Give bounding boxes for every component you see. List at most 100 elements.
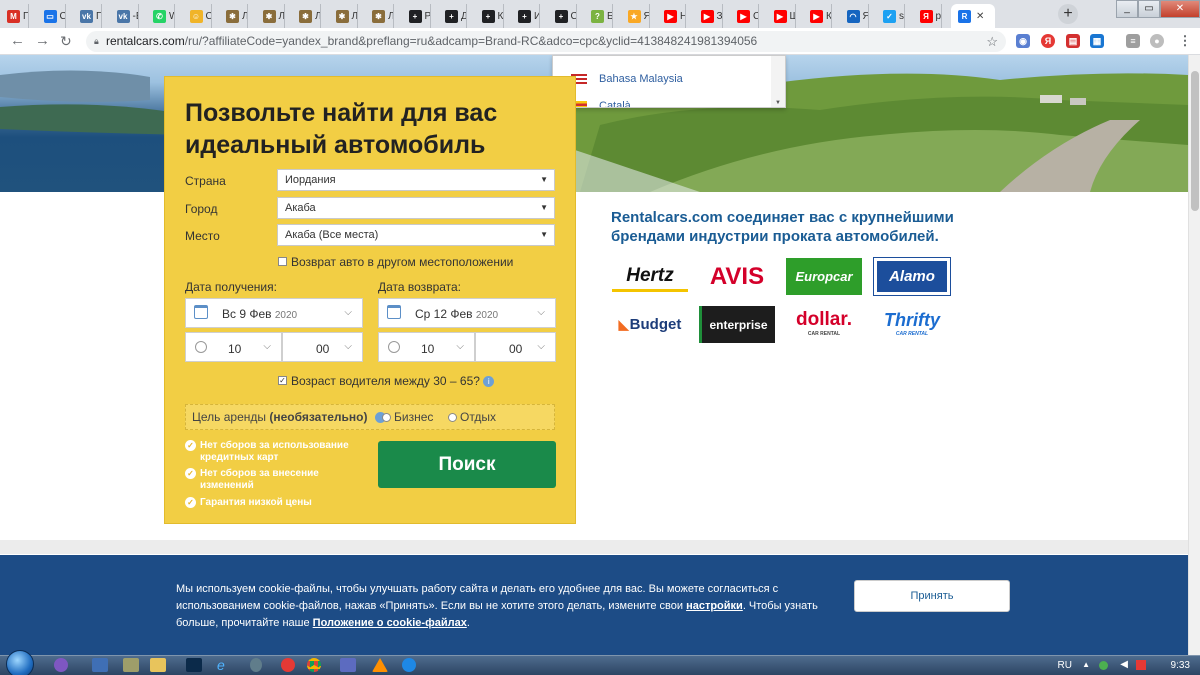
network-icon[interactable] [1099,661,1108,670]
language-option-malay[interactable]: Bahasa Malaysia [571,73,683,85]
purpose-business-radio[interactable]: Бизнес [382,405,433,429]
yandex-extension-icon[interactable]: Я [1041,34,1055,48]
browser-tab[interactable]: +Сі [548,4,577,28]
browser-tab[interactable]: Яре [913,4,942,28]
browser-tab[interactable]: ▶Н [657,4,686,28]
browser-tab[interactable]: +Ре [402,4,431,28]
folder-icon[interactable] [150,658,166,672]
chat-icon: ▭ [43,9,57,23]
app-icon[interactable] [250,658,262,672]
browser-tab[interactable]: ▶Сі [730,4,759,28]
app-icon[interactable] [402,658,416,672]
browser-tab[interactable]: ✆W [146,4,175,28]
radio-icon[interactable] [448,413,457,423]
menu-kebab-icon[interactable]: ⋮ [1178,34,1192,48]
forward-arrow-icon[interactable]: → [35,32,50,50]
browser-tab[interactable]: R ✕ [951,4,995,28]
browser-tab[interactable]: ✱ Л [292,4,321,28]
app-icon[interactable] [92,658,108,672]
tray-expand-icon[interactable]: ▲ [1082,660,1090,669]
checkmark-icon[interactable]: ✓ [278,376,287,386]
vlc-icon[interactable] [372,658,388,672]
youtube-icon: ▶ [737,9,750,23]
browser-tab-strip: MП ▭Сс vkП vk-Е ✆W ☺Сс ✱Л ✱Л ✱Л ✱Ли ✱Л +Ре +Д +К +И +Сі… [0,0,1200,28]
location-select[interactable]: Акаба (Все места) ▼ [277,224,555,246]
browser-tab[interactable]: ◠Я [840,4,869,28]
maximize-button[interactable]: ▭ [1138,0,1160,18]
scrollbar-thumb[interactable] [1191,71,1199,211]
cookie-policy-link[interactable]: Положение о cookie-файлах [313,617,467,629]
radio-icon[interactable] [382,413,391,423]
browser-tab[interactable]: ✱ Л [219,4,248,28]
browser-tab[interactable]: ✱Ли [329,4,358,28]
language-option-catalan[interactable]: Català [571,100,631,107]
cookie-settings-link[interactable]: настройки [686,600,743,612]
page-scrollbar[interactable] [1188,55,1200,655]
language-indicator[interactable]: RU [1058,660,1072,671]
browser-tab[interactable]: ▶Зі [694,4,723,28]
search-button[interactable]: Поиск [378,441,556,488]
bookmark-star-icon[interactable]: ☆ [986,31,998,52]
tab-title: Ли [351,10,358,22]
language-dropdown[interactable]: Bahasa Malaysia Català ▼ [552,55,786,108]
purpose-leisure-radio[interactable]: Отдых [448,405,496,429]
yandex-browser-icon[interactable] [281,658,295,672]
pickup-hour-select[interactable]: 10 ⌵ [185,332,282,362]
browser-tab[interactable]: vkП [73,4,102,28]
windows-extension-icon[interactable]: ▦ [1090,34,1104,48]
pdf-extension-icon[interactable]: ▤ [1066,34,1080,48]
camera-extension-icon[interactable]: ◉ [1016,34,1030,48]
search-form-panel: Позвольте найти для вас идеальный автомо… [164,76,576,524]
minimize-button[interactable]: _ [1116,0,1138,18]
accept-cookies-button[interactable]: Принять [854,580,1010,612]
volume-icon[interactable]: ◀︎ [1120,659,1128,670]
browser-tab[interactable]: +Д [438,4,467,28]
reload-icon[interactable]: ↻ [60,32,72,50]
return-other-location-checkbox[interactable]: Возврат авто в другом местоположении [278,255,513,269]
return-date-picker[interactable]: Ср 12 Фев 2020 ⌵ [378,298,556,328]
address-bar[interactable]: 🔒︎ rentalcars.com/ru/?affiliateCode=yand… [86,31,1006,52]
return-hour-select[interactable]: 10 ⌵ [378,332,475,362]
scroll-down-arrow-icon[interactable]: ▼ [771,100,785,106]
dropdown-scrollbar[interactable]: ▼ [771,56,785,107]
browser-tab[interactable]: ★Я [621,4,650,28]
reading-list-icon[interactable]: ≡ [1126,34,1140,48]
ie-icon[interactable]: e [217,658,233,672]
save-icon[interactable] [340,658,356,672]
flag-icon[interactable] [1136,660,1146,670]
browser-tab[interactable]: +И [511,4,540,28]
return-minute-value: 00 [509,342,523,356]
profile-avatar-icon[interactable]: ● [1150,34,1164,48]
info-icon[interactable]: i [483,376,495,388]
browser-tab[interactable]: ▭Сс [37,4,66,28]
purpose-label: Цель аренды [192,410,267,424]
browser-tab[interactable]: ▶Кі [803,4,832,28]
browser-tab[interactable]: vk-Е [110,4,139,28]
start-button[interactable] [6,650,34,675]
checkbox-icon[interactable] [278,257,287,267]
browser-tab[interactable]: ☺Сс [183,4,212,28]
city-select[interactable]: Акаба ▼ [277,197,555,219]
browser-tab[interactable]: ✱ Л [256,4,285,28]
browser-tab[interactable]: ✱ Л [365,4,394,28]
window-close-button[interactable]: ✕ [1160,0,1200,18]
alice-icon[interactable] [54,658,68,672]
tab-title: Л [388,10,394,22]
pickup-minute-select[interactable]: 00 ⌵ [282,332,363,362]
return-minute-select[interactable]: 00 ⌵ [475,332,556,362]
browser-tab[interactable]: + К [475,4,504,28]
browser-tab[interactable]: ?Бі [584,4,613,28]
pickup-date-picker[interactable]: Вс 9 Фев 2020 ⌵ [185,298,363,328]
back-arrow-icon[interactable]: ← [10,32,25,50]
browser-tab[interactable]: ▶Ш [767,4,796,28]
browser-tab[interactable]: MП [0,4,29,28]
driver-age-checkbox[interactable]: ✓ Возраст водителя между 30 – 65? i [278,374,495,388]
browser-tab[interactable]: ✓sa [876,4,905,28]
new-tab-button[interactable]: + [1058,4,1078,24]
emoji-icon: ☺ [189,9,203,23]
chrome-icon[interactable] [307,658,321,672]
photoshop-icon[interactable] [186,658,202,672]
close-tab-icon[interactable]: ✕ [976,11,984,22]
media-player-icon[interactable] [123,658,139,672]
country-select[interactable]: Иордания ▼ [277,169,555,191]
